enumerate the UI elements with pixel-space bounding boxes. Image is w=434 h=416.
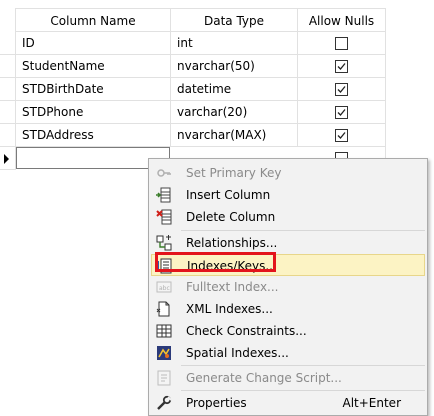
menu-item-label: Set Primary Key [186,166,282,180]
column-name-cell[interactable]: STDBirthDate [16,78,171,101]
insert-column-icon [156,187,172,203]
current-row-arrow-icon [4,154,9,164]
delete-column-icon [156,209,172,225]
column-name-text: ID [22,36,35,50]
menu-item-fulltext-index[interactable]: abc Fulltext Index... [151,276,425,298]
table-row[interactable]: STDBirthDate datetime [0,78,386,101]
menu-item-generate-change-script[interactable]: Generate Change Script... [151,367,425,389]
new-column-name-input[interactable] [16,147,170,169]
header-column-name[interactable]: Column Name [16,8,171,32]
relationships-icon [156,235,172,251]
menu-item-properties[interactable]: Properties Alt+Enter [151,392,425,414]
data-type-cell[interactable]: datetime [171,78,298,101]
menu-item-xml-indexes[interactable]: XML Indexes... [151,298,425,320]
table-row[interactable]: StudentName nvarchar(50) [0,55,386,78]
allow-nulls-cell [298,101,386,124]
allow-nulls-checkbox[interactable] [335,83,348,96]
menu-item-relationships[interactable]: Relationships... [151,232,425,254]
row-selector[interactable] [0,124,16,147]
column-name-cell[interactable]: STDAddress [16,124,171,147]
column-name-cell[interactable]: STDPhone [16,101,171,124]
column-name-cell[interactable]: ID [16,32,171,55]
data-type-cell[interactable]: nvarchar(MAX) [171,124,298,147]
menu-separator [181,390,425,391]
menu-item-label: Fulltext Index... [186,280,279,294]
data-type-cell[interactable]: varchar(20) [171,101,298,124]
column-name-cell[interactable]: StudentName [16,55,171,78]
checkmark-icon [337,63,346,70]
xml-indexes-icon [156,301,172,317]
svg-text:abc: abc [159,285,170,292]
checkmark-icon [337,86,346,93]
menu-separator [181,230,425,231]
key-icon [156,165,172,181]
data-type-text: varchar(20) [177,105,248,119]
column-name-text: STDPhone [22,105,84,119]
row-selector-current[interactable] [0,147,16,170]
wrench-icon [156,395,172,411]
allow-nulls-cell [298,124,386,147]
data-type-cell[interactable]: nvarchar(50) [171,55,298,78]
menu-item-label: Properties [186,396,247,410]
row-selector[interactable] [0,32,16,55]
menu-item-label: Generate Change Script... [186,371,342,385]
column-name-text: STDAddress [22,128,94,142]
generate-script-icon [156,370,172,386]
data-type-text: int [177,36,193,50]
column-name-text: StudentName [22,59,105,73]
header-allow-nulls[interactable]: Allow Nulls [298,8,386,32]
menu-item-label: Relationships... [186,236,278,250]
annotation-highlight-box [155,252,276,272]
data-type-text: nvarchar(50) [177,59,255,73]
checkmark-icon [337,132,346,139]
menu-item-label: XML Indexes... [186,302,273,316]
menu-item-shortcut: Alt+Enter [342,396,401,410]
allow-nulls-checkbox[interactable] [335,37,348,50]
column-name-text: STDBirthDate [22,82,104,96]
allow-nulls-cell [298,78,386,101]
menu-item-spatial-indexes[interactable]: Spatial Indexes... [151,342,425,364]
check-constraints-icon [156,323,172,339]
row-selector[interactable] [0,78,16,101]
menu-item-label: Check Constraints... [186,324,307,338]
data-type-cell[interactable]: int [171,32,298,55]
spatial-indexes-icon [156,345,172,361]
row-selector-header [0,8,16,32]
menu-item-check-constraints[interactable]: Check Constraints... [151,320,425,342]
menu-item-delete-column[interactable]: Delete Column [151,206,425,228]
header-data-type[interactable]: Data Type [171,8,298,32]
allow-nulls-checkbox[interactable] [335,60,348,73]
menu-item-label: Spatial Indexes... [186,346,289,360]
table-row[interactable]: ID int [0,32,386,55]
data-type-text: nvarchar(MAX) [177,128,267,142]
menu-separator [181,365,425,366]
allow-nulls-cell [298,32,386,55]
menu-item-insert-column[interactable]: Insert Column [151,184,425,206]
allow-nulls-cell [298,55,386,78]
checkmark-icon [337,109,346,116]
allow-nulls-checkbox[interactable] [335,129,348,142]
allow-nulls-checkbox[interactable] [335,106,348,119]
table-row[interactable]: STDPhone varchar(20) [0,101,386,124]
grid-header-row: Column Name Data Type Allow Nulls [0,8,386,32]
row-selector[interactable] [0,101,16,124]
menu-item-label: Delete Column [186,210,276,224]
table-row[interactable]: STDAddress nvarchar(MAX) [0,124,386,147]
fulltext-index-icon: abc [156,279,172,295]
menu-item-set-primary-key[interactable]: Set Primary Key [151,162,425,184]
row-selector[interactable] [0,55,16,78]
context-menu: Set Primary Key Insert Column Delete Col… [148,158,428,416]
data-type-text: datetime [177,82,232,96]
menu-item-label: Insert Column [186,188,271,202]
